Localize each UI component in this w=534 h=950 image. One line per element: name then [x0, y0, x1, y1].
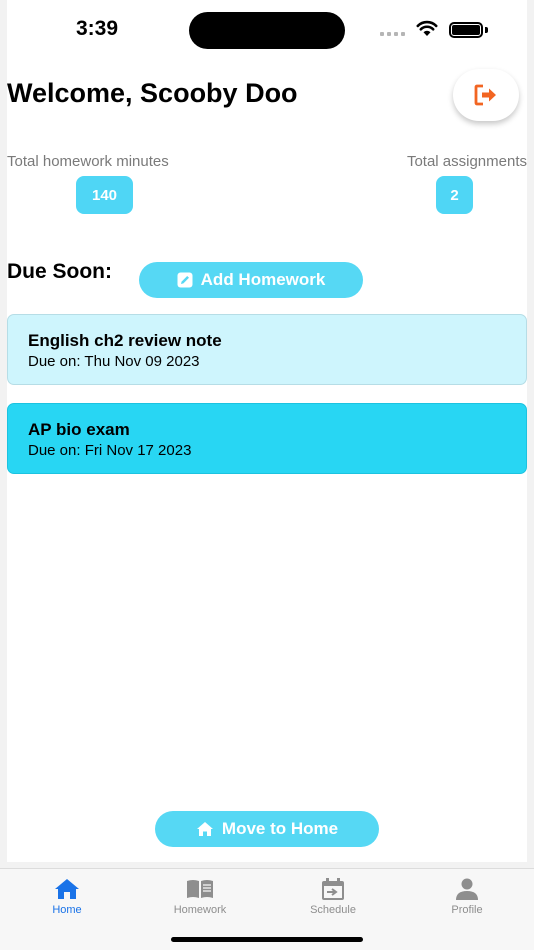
welcome-title: Welcome, Scooby Doo — [7, 78, 298, 108]
move-to-home-label: Move to Home — [221, 819, 339, 838]
minutes-badge: 140 — [76, 176, 133, 214]
person-icon — [456, 878, 478, 900]
tab-profile[interactable]: Profile — [417, 877, 517, 916]
home-icon — [55, 879, 79, 899]
tab-label: Home — [52, 904, 82, 916]
app-screen: 3:39 Welcome, Scooby Doo Total homework … — [0, 0, 534, 950]
homework-card[interactable]: AP bio exam Due on: Fri Nov 17 2023 — [7, 403, 527, 474]
tab-label: Profile — [451, 904, 483, 916]
tab-label: Schedule — [310, 904, 356, 916]
add-homework-label: Add Homework — [200, 270, 326, 289]
signal-icon — [380, 32, 405, 36]
dynamic-island — [189, 12, 345, 49]
tab-homework[interactable]: Homework — [150, 877, 250, 916]
status-time: 3:39 — [76, 17, 119, 40]
book-icon — [187, 880, 213, 898]
calendar-icon — [322, 878, 344, 900]
tab-home[interactable]: Home — [17, 877, 117, 916]
tab-schedule[interactable]: Schedule — [283, 877, 383, 916]
move-to-home-button[interactable]: Move to Home — [155, 811, 379, 847]
add-homework-button[interactable]: Add Homework — [139, 262, 363, 298]
home-indicator — [171, 937, 363, 942]
homework-due-date: Due on: Fri Nov 17 2023 — [28, 442, 192, 459]
homework-due-date: Due on: Thu Nov 09 2023 — [28, 353, 200, 370]
assignments-badge: 2 — [436, 176, 473, 214]
logout-button[interactable] — [453, 69, 519, 121]
battery-tip — [485, 27, 488, 33]
due-soon-title: Due Soon: — [7, 260, 112, 283]
homework-title: English ch2 review note — [28, 331, 222, 350]
minutes-label: Total homework minutes — [7, 153, 169, 170]
edit-icon — [177, 272, 193, 288]
tab-label: Homework — [173, 904, 227, 916]
homework-title: AP bio exam — [28, 420, 130, 439]
home-icon — [196, 822, 213, 836]
logout-icon — [474, 84, 496, 106]
assignments-label: Total assignments — [406, 153, 527, 170]
homework-card[interactable]: English ch2 review note Due on: Thu Nov … — [7, 314, 527, 385]
battery-icon — [449, 22, 483, 38]
wifi-icon — [416, 20, 438, 36]
